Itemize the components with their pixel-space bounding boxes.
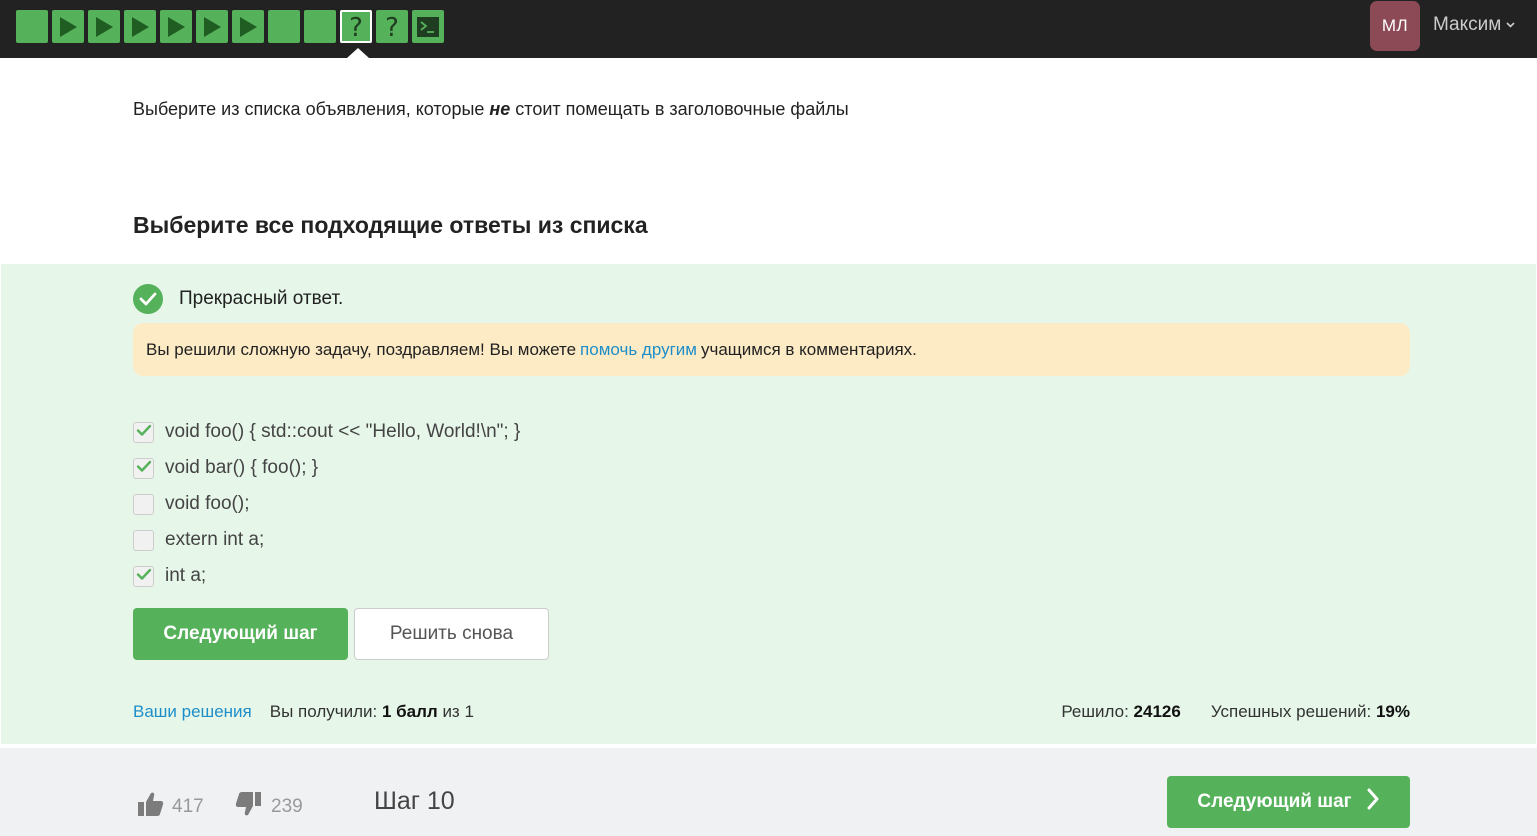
solved-count: Решило: 24126 [1061, 702, 1180, 722]
score-suffix: из 1 [442, 702, 474, 721]
hint-banner: Вы решили сложную задачу, поздравляем! В… [133, 323, 1410, 376]
answer-option[interactable]: void foo(); [133, 486, 520, 522]
success-value: 19% [1375, 702, 1410, 721]
instruction-heading: Выберите все подходящие ответы из списка [133, 212, 648, 238]
step-10-quiz[interactable]: ? [340, 10, 372, 43]
answer-option[interactable]: extern int a; [133, 522, 520, 558]
next-step-button[interactable]: Следующий шаг [133, 608, 348, 660]
hint-text-before: Вы решили сложную задачу, поздравляем! В… [146, 339, 577, 359]
question-text-before: Выберите из списка объявления, которые [133, 99, 490, 119]
chevron-right-icon [1366, 788, 1380, 816]
checkmark-icon [136, 421, 152, 443]
step-2-video[interactable] [52, 10, 84, 43]
answer-option-label: void bar() { foo(); } [165, 457, 319, 478]
active-step-pointer [347, 48, 369, 58]
answer-option[interactable]: void foo() { std::cout << "Hello, World!… [133, 414, 520, 450]
user-name: Максим [1433, 14, 1502, 35]
svg-text:?: ? [349, 14, 363, 40]
solved-label: Решило: [1061, 702, 1129, 721]
user-menu[interactable]: Максим [1433, 14, 1515, 36]
score-info: Вы получили: 1 балл из 1 [270, 702, 474, 722]
step-5-video[interactable] [160, 10, 192, 43]
play-icon [129, 15, 151, 39]
answer-option-label: void foo(); [165, 493, 250, 514]
checkbox-unchecked[interactable] [133, 493, 154, 515]
retry-button[interactable]: Решить снова [354, 608, 549, 660]
dislikes-count: 239 [271, 796, 303, 817]
step-12-code[interactable] [412, 10, 444, 43]
checkmark-icon [136, 457, 152, 479]
play-icon [93, 15, 115, 39]
score-prefix: Вы получили: [269, 702, 378, 721]
solved-value: 24126 [1133, 702, 1181, 721]
play-icon [201, 15, 223, 39]
avatar[interactable]: МЛ [1370, 1, 1420, 51]
feedback-status-text: Прекрасный ответ. [179, 288, 344, 309]
chevron-down-icon [1506, 20, 1515, 31]
like-button[interactable]: 417 [136, 790, 204, 824]
likes-count: 417 [172, 796, 204, 817]
dislike-button[interactable]: 239 [235, 790, 303, 824]
terminal-icon [416, 16, 440, 38]
play-icon [57, 15, 79, 39]
step-8-text[interactable] [268, 10, 300, 43]
lesson-steps: ?? [16, 10, 444, 43]
step-1-text[interactable] [16, 10, 48, 43]
answer-option-label: int a; [165, 565, 207, 586]
checkbox-checked[interactable] [133, 565, 154, 587]
step-3-video[interactable] [88, 10, 120, 43]
question-icon: ? [382, 14, 402, 40]
checkmark-icon [136, 565, 152, 587]
question-text: Выберите из списка объявления, которые н… [133, 99, 849, 120]
play-icon [165, 15, 187, 39]
help-others-link[interactable]: помочь другим [580, 340, 697, 360]
success-label: Успешных решений: [1210, 702, 1372, 721]
success-rate: Успешных решений: 19% [1211, 702, 1410, 722]
step-6-video[interactable] [196, 10, 228, 43]
success-check-icon [133, 284, 163, 314]
score-value: 1 балл [381, 702, 438, 721]
checkbox-checked[interactable] [133, 457, 154, 479]
answer-option[interactable]: void bar() { foo(); } [133, 450, 520, 486]
step-7-video[interactable] [232, 10, 264, 43]
question-text-after: стоит помещать в заголовочные файлы [510, 99, 849, 119]
answer-option-label: extern int a; [165, 529, 265, 550]
checkbox-unchecked[interactable] [133, 529, 154, 551]
hint-text-after: учащимся в комментариях. [700, 339, 917, 359]
feedback-status: Прекрасный ответ. [133, 284, 343, 314]
answer-options: void foo() { std::cout << "Hello, World!… [133, 414, 520, 594]
checkbox-checked[interactable] [133, 421, 154, 443]
step-number-label: Шаг 10 [374, 787, 455, 815]
your-solutions-link[interactable]: Ваши решения [133, 702, 252, 722]
answer-option[interactable]: int a; [133, 558, 520, 594]
svg-text:?: ? [385, 14, 399, 40]
step-9-text[interactable] [304, 10, 336, 43]
footer-next-step-label: Следующий шаг [1197, 791, 1352, 812]
answer-option-label: void foo() { std::cout << "Hello, World!… [165, 421, 521, 442]
play-icon [237, 15, 259, 39]
thumbs-up-icon [136, 790, 164, 824]
footer-next-step-button[interactable]: Следующий шаг [1167, 776, 1410, 828]
step-4-video[interactable] [124, 10, 156, 43]
question-icon: ? [346, 14, 366, 40]
top-navigation-bar: ?? МЛ Максим [0, 0, 1537, 58]
question-emphasis: не [489, 99, 511, 119]
thumbs-down-icon [235, 790, 263, 824]
step-11-quiz[interactable]: ? [376, 10, 408, 43]
